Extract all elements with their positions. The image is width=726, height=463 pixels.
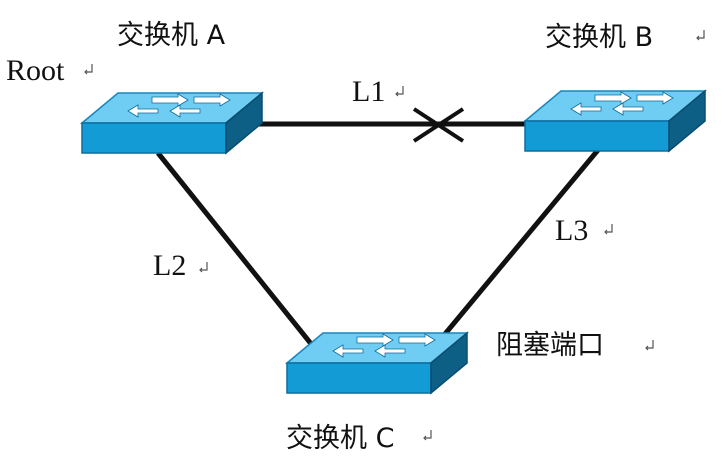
return-mark-c xyxy=(423,430,432,441)
return-mark-l1 xyxy=(395,86,404,97)
link-l2-label: L2 xyxy=(153,249,186,282)
return-mark-root xyxy=(84,64,93,75)
switch-c-icon xyxy=(286,332,468,394)
switch-a-icon xyxy=(81,92,263,154)
link-l3-label: L3 xyxy=(555,214,588,247)
switch-b-label: 交换机 B xyxy=(545,22,653,53)
switch-a-label: 交换机 A xyxy=(117,20,226,51)
return-mark-l2 xyxy=(199,262,208,273)
return-mark-b xyxy=(696,30,705,41)
blocked-port-label: 阻塞端口 xyxy=(496,330,604,361)
return-mark-blocked xyxy=(645,340,654,351)
stp-topology-diagram: 交换机 A Root 交换机 B L1 L2 L3 阻塞端口 交换机 C xyxy=(6,20,706,454)
return-mark-l3 xyxy=(604,224,613,235)
link-l1-label: L1 xyxy=(352,75,385,108)
root-label: Root xyxy=(6,54,65,87)
switch-c-label: 交换机 C xyxy=(286,423,394,454)
switch-b-icon xyxy=(524,90,706,152)
